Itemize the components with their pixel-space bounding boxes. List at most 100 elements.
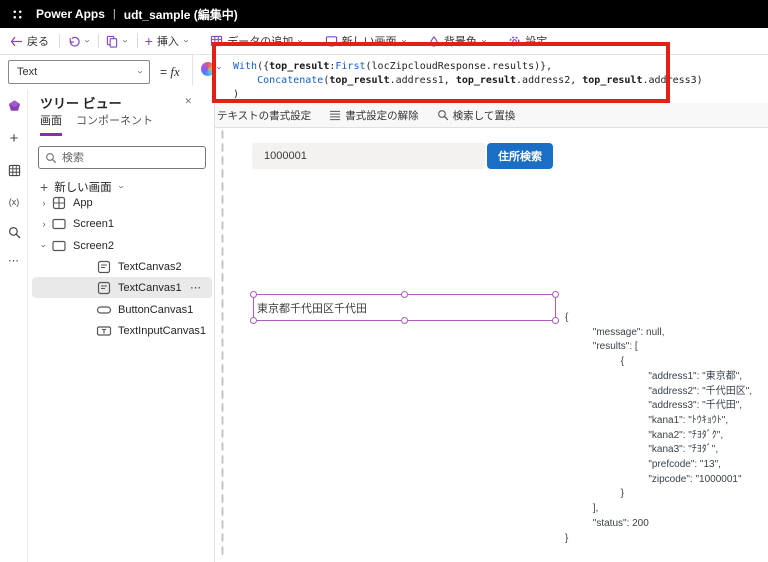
property-selector[interactable]: Text › xyxy=(8,60,150,84)
resize-handle[interactable] xyxy=(250,291,257,298)
resize-handle[interactable] xyxy=(552,291,559,298)
tree-item-buttoncanvas1[interactable]: ButtonCanvas1 xyxy=(32,299,212,320)
waffle-menu-icon[interactable] xyxy=(11,7,24,21)
divider xyxy=(59,34,60,48)
chevron-down-icon[interactable]: › xyxy=(82,39,93,42)
tree-item-app[interactable]: › App xyxy=(32,192,212,213)
format-text-label: テキストの書式設定 xyxy=(217,109,312,122)
tree-search-box[interactable] xyxy=(38,146,206,169)
token: top_result xyxy=(582,75,643,86)
app-header: Power Apps | udt_sample (編集中) xyxy=(0,0,768,28)
plus-icon: + xyxy=(144,33,153,49)
document-title: udt_sample (編集中) xyxy=(123,7,238,22)
chevron-down-icon: › xyxy=(398,39,410,43)
text-label-icon xyxy=(97,281,111,294)
find-replace-button[interactable]: 検索して置換 xyxy=(437,108,516,123)
chevron-right-icon[interactable]: › xyxy=(37,198,51,208)
tree-search-input[interactable] xyxy=(62,151,182,164)
insert-rail-icon[interactable]: + xyxy=(0,126,28,150)
chevron-down-icon: › xyxy=(115,185,127,189)
token: First xyxy=(335,61,366,72)
header-separator: | xyxy=(112,8,116,20)
property-selector-value: Text xyxy=(17,66,38,78)
tree-item-textcanvas2[interactable]: TextCanvas2 xyxy=(32,256,212,277)
formula-format-toolbar: テキストの書式設定 書式設定の解除 検索して置換 xyxy=(192,103,768,128)
token: top_result xyxy=(329,75,390,86)
add-data-label: データの追加 xyxy=(227,36,294,48)
app-brand[interactable]: Power Apps xyxy=(36,7,105,21)
token: , xyxy=(570,75,583,86)
find-replace-label: 検索して置換 xyxy=(452,109,516,122)
token: .address1 xyxy=(389,75,444,86)
data-rail-icon[interactable] xyxy=(0,158,28,182)
tree-item-label: Screen2 xyxy=(73,239,114,252)
app-canvas: 住所検索 東京都千代田区千代田 { "message": null, "resu… xyxy=(232,128,768,562)
screen-icon xyxy=(52,240,66,251)
new-screen-menu[interactable]: 新しい画面 › xyxy=(325,33,410,49)
clear-format-button[interactable]: 書式設定の解除 xyxy=(329,108,419,123)
address-search-button[interactable]: 住所検索 xyxy=(487,143,553,169)
tree-view-rail-icon[interactable] xyxy=(0,94,28,118)
token: top_result xyxy=(269,61,330,72)
chevron-down-icon[interactable]: › xyxy=(39,239,49,253)
text-label-icon xyxy=(97,260,111,273)
overflow-button[interactable]: … xyxy=(562,35,573,47)
chevron-down-icon[interactable]: › xyxy=(120,39,131,42)
fx-glyph: fx xyxy=(170,64,180,79)
panel-close-icon[interactable]: ✕ xyxy=(184,96,192,107)
resize-handle[interactable] xyxy=(552,317,559,324)
settings-button[interactable]: 設定 xyxy=(508,33,547,49)
panel-resize-gutter[interactable] xyxy=(221,128,224,558)
tree-item-label: ButtonCanvas1 xyxy=(118,303,194,316)
search-rail-icon[interactable] xyxy=(0,220,28,244)
search-icon xyxy=(46,152,57,163)
resize-handle[interactable] xyxy=(250,317,257,324)
background-color-menu[interactable]: 背景色 › xyxy=(428,33,490,49)
tree-item-label: TextCanvas1 xyxy=(118,281,182,294)
tree-item-label: TextCanvas2 xyxy=(118,260,182,273)
more-rail-icon[interactable]: ⋯ xyxy=(0,248,28,272)
variables-rail-icon[interactable]: (x) xyxy=(0,190,28,214)
settings-label: 設定 xyxy=(525,36,548,48)
tree-item-screen1[interactable]: › Screen1 xyxy=(32,213,212,234)
divider xyxy=(98,34,100,48)
zipcode-input[interactable] xyxy=(252,143,485,169)
background-label: 背景色 xyxy=(443,36,477,48)
tree-item-textinputcanvas1[interactable]: TextInputCanvas1 xyxy=(32,320,212,341)
token: With xyxy=(233,61,258,72)
copilot-icon[interactable] xyxy=(201,62,215,76)
overflow-label: … xyxy=(562,35,574,47)
chevron-right-icon[interactable]: › xyxy=(37,219,51,229)
token: )}, xyxy=(534,61,553,72)
formula-input-area[interactable]: › With({top_result:First(locZipcloudResp… xyxy=(192,55,768,143)
item-more-icon[interactable]: ⋯ xyxy=(190,281,202,294)
tab-screens[interactable]: 画面 xyxy=(40,109,62,136)
resize-handle[interactable] xyxy=(401,291,408,298)
add-data-menu[interactable]: データの追加 › xyxy=(210,33,306,49)
tree-item-screen2[interactable]: › Screen2 xyxy=(32,235,212,256)
selected-text-control[interactable]: 東京都千代田区千代田 xyxy=(250,291,559,324)
fx-label: = fx xyxy=(160,64,180,80)
new-screen-label: 新しい画面 xyxy=(341,36,397,48)
token: ) xyxy=(233,89,240,100)
tree-item-label: App xyxy=(73,196,93,209)
format-text-button[interactable]: テキストの書式設定 xyxy=(201,108,311,123)
app-icon xyxy=(52,196,66,209)
token: Concatenate xyxy=(257,75,324,86)
tree-item-textcanvas1[interactable]: TextCanvas1 ⋯ xyxy=(32,277,212,298)
chevron-down-icon: › xyxy=(478,39,490,43)
tab-components[interactable]: コンポーネント xyxy=(76,109,153,133)
undo-button[interactable]: › xyxy=(67,35,93,48)
tree-item-label: TextInputCanvas1 xyxy=(118,324,207,337)
resize-handle[interactable] xyxy=(401,317,408,324)
token: .address2 xyxy=(516,75,571,86)
paste-button[interactable]: › xyxy=(106,35,131,48)
chevron-down-icon[interactable]: › xyxy=(215,67,225,70)
formula-text[interactable]: With({top_result:First(locZipcloudRespon… xyxy=(233,60,703,102)
insert-menu[interactable]: + 挿入 › xyxy=(144,33,192,49)
screen-icon xyxy=(52,218,66,229)
tree-view-panel: ツリー ビュー ✕ 画面 コンポーネント + 新しい画面 › › App › S… xyxy=(28,85,215,562)
back-button[interactable]: 戻る xyxy=(10,33,49,49)
button-icon xyxy=(96,305,112,314)
command-bar: 戻る › › + 挿入 › データの追加 › 新しい画面 › 背景色 › 設定 … xyxy=(0,28,768,55)
